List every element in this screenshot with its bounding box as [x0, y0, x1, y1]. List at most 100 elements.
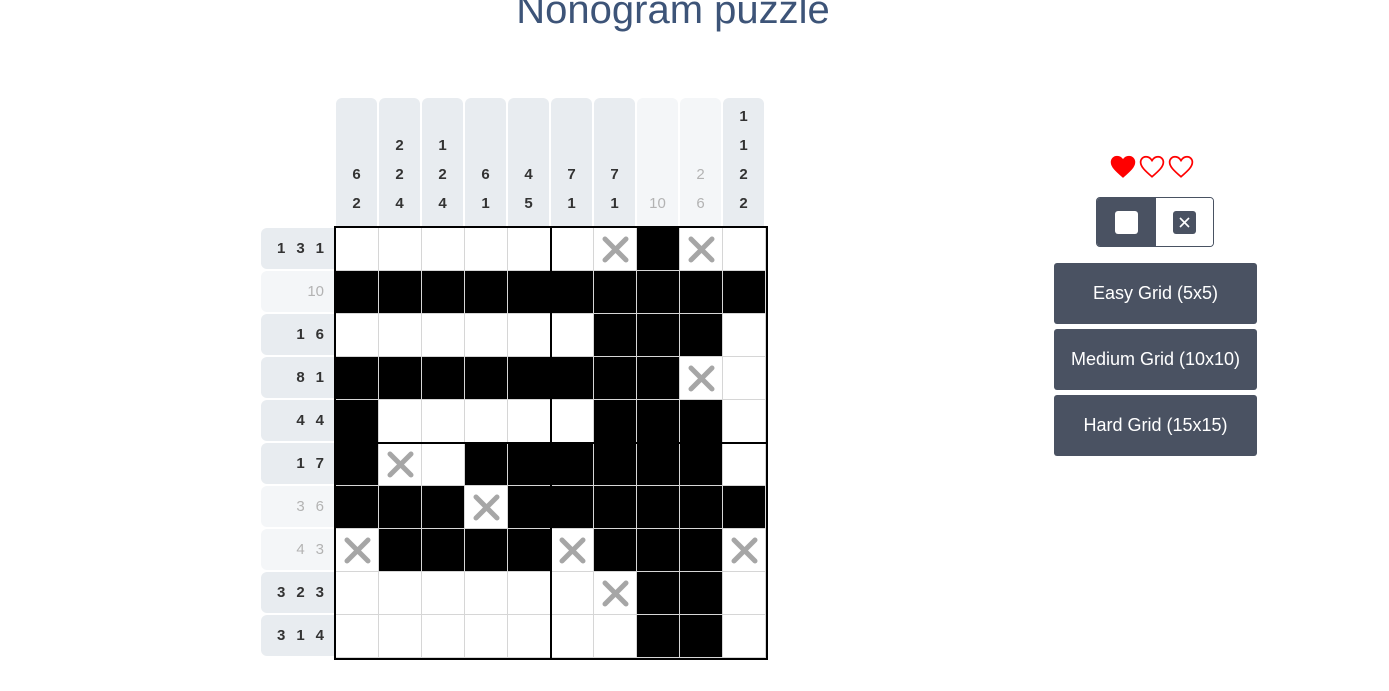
grid-cell-filled[interactable] — [637, 529, 680, 572]
grid-cell-empty[interactable] — [723, 357, 766, 400]
grid-cell-empty[interactable] — [508, 400, 551, 443]
grid-cell-filled[interactable] — [551, 271, 594, 314]
grid-cell-crossed[interactable] — [465, 486, 508, 529]
grid-cell-filled[interactable] — [723, 486, 766, 529]
grid-cell-filled[interactable] — [465, 357, 508, 400]
grid-cell-crossed[interactable] — [594, 572, 637, 615]
grid-cell-empty[interactable] — [551, 400, 594, 443]
grid-cell-filled[interactable] — [680, 400, 723, 443]
grid-cell-empty[interactable] — [723, 314, 766, 357]
grid-cell-filled[interactable] — [594, 271, 637, 314]
grid-cell-empty[interactable] — [379, 572, 422, 615]
grid-cell-empty[interactable] — [422, 228, 465, 271]
grid-cell-filled[interactable] — [508, 486, 551, 529]
grid-cell-filled[interactable] — [594, 486, 637, 529]
grid-cell-empty[interactable] — [379, 400, 422, 443]
grid-cell-empty[interactable] — [508, 572, 551, 615]
grid-cell-filled[interactable] — [422, 271, 465, 314]
grid-cell-empty[interactable] — [508, 615, 551, 658]
grid-cell-empty[interactable] — [551, 572, 594, 615]
grid-cell-empty[interactable] — [723, 400, 766, 443]
grid-cell-filled[interactable] — [680, 271, 723, 314]
easy-grid-button[interactable]: Easy Grid (5x5) — [1054, 263, 1257, 324]
grid-cell-filled[interactable] — [551, 357, 594, 400]
grid-cell-filled[interactable] — [336, 486, 379, 529]
grid-cell-empty[interactable] — [723, 443, 766, 486]
grid-cell-filled[interactable] — [594, 314, 637, 357]
grid-cell-filled[interactable] — [637, 615, 680, 658]
grid-cell-filled[interactable] — [637, 357, 680, 400]
grid-cell-filled[interactable] — [637, 400, 680, 443]
grid-cell-crossed[interactable] — [379, 443, 422, 486]
grid-cell-filled[interactable] — [465, 529, 508, 572]
grid-cell-empty[interactable] — [379, 314, 422, 357]
grid-cell-empty[interactable] — [551, 228, 594, 271]
grid-cell-filled[interactable] — [336, 443, 379, 486]
grid-cell-filled[interactable] — [637, 271, 680, 314]
grid-cell-filled[interactable] — [508, 529, 551, 572]
grid-cell-filled[interactable] — [594, 529, 637, 572]
grid-cell-filled[interactable] — [680, 572, 723, 615]
grid-cell-filled[interactable] — [379, 357, 422, 400]
grid-cell-filled[interactable] — [637, 314, 680, 357]
grid-cell-filled[interactable] — [637, 228, 680, 271]
grid-cell-filled[interactable] — [637, 572, 680, 615]
grid-cell-crossed[interactable] — [723, 529, 766, 572]
grid-cell-empty[interactable] — [336, 572, 379, 615]
grid-cell-empty[interactable] — [551, 615, 594, 658]
grid-cell-filled[interactable] — [379, 271, 422, 314]
grid-cell-filled[interactable] — [508, 271, 551, 314]
grid-cell-empty[interactable] — [422, 615, 465, 658]
grid-cell-filled[interactable] — [465, 271, 508, 314]
grid-cell-crossed[interactable] — [551, 529, 594, 572]
grid-cell-filled[interactable] — [680, 486, 723, 529]
grid-cell-empty[interactable] — [422, 572, 465, 615]
grid-cell-filled[interactable] — [680, 314, 723, 357]
hard-grid-button[interactable]: Hard Grid (15x15) — [1054, 395, 1257, 456]
grid-cell-filled[interactable] — [336, 357, 379, 400]
grid-cell-filled[interactable] — [508, 443, 551, 486]
grid-cell-filled[interactable] — [594, 443, 637, 486]
grid-cell-crossed[interactable] — [336, 529, 379, 572]
grid-cell-empty[interactable] — [551, 314, 594, 357]
grid-cell-filled[interactable] — [422, 486, 465, 529]
grid-cell-empty[interactable] — [508, 228, 551, 271]
grid-cell-filled[interactable] — [336, 400, 379, 443]
grid-cell-empty[interactable] — [594, 615, 637, 658]
grid-cell-empty[interactable] — [465, 572, 508, 615]
grid-cell-crossed[interactable] — [594, 228, 637, 271]
grid-cell-filled[interactable] — [551, 486, 594, 529]
grid-cell-empty[interactable] — [465, 615, 508, 658]
grid-cell-empty[interactable] — [422, 400, 465, 443]
grid-cell-filled[interactable] — [680, 529, 723, 572]
grid-cell-filled[interactable] — [594, 400, 637, 443]
grid-cell-filled[interactable] — [508, 357, 551, 400]
grid-cell-filled[interactable] — [551, 443, 594, 486]
grid-cell-filled[interactable] — [637, 486, 680, 529]
grid-cell-filled[interactable] — [379, 486, 422, 529]
grid-cell-filled[interactable] — [465, 443, 508, 486]
medium-grid-button[interactable]: Medium Grid (10x10) — [1054, 329, 1257, 390]
grid-cell-filled[interactable] — [422, 357, 465, 400]
grid-cell-filled[interactable] — [637, 443, 680, 486]
grid-cell-filled[interactable] — [336, 271, 379, 314]
grid-cell-empty[interactable] — [465, 314, 508, 357]
grid-cell-crossed[interactable] — [680, 357, 723, 400]
grid-cell-empty[interactable] — [336, 314, 379, 357]
grid-cell-empty[interactable] — [723, 228, 766, 271]
fill-mode-button[interactable] — [1097, 198, 1156, 246]
grid-cell-empty[interactable] — [723, 615, 766, 658]
grid-cell-empty[interactable] — [336, 228, 379, 271]
grid-cell-filled[interactable] — [379, 529, 422, 572]
grid-cell-filled[interactable] — [680, 615, 723, 658]
cross-mode-button[interactable] — [1156, 198, 1213, 246]
grid-cell-crossed[interactable] — [680, 228, 723, 271]
grid-cell-empty[interactable] — [465, 400, 508, 443]
grid-cell-empty[interactable] — [422, 443, 465, 486]
grid-cell-filled[interactable] — [723, 271, 766, 314]
grid-cell-empty[interactable] — [379, 615, 422, 658]
grid-cell-empty[interactable] — [465, 228, 508, 271]
grid-cell-empty[interactable] — [379, 228, 422, 271]
grid-cell-empty[interactable] — [508, 314, 551, 357]
grid-cell-empty[interactable] — [422, 314, 465, 357]
